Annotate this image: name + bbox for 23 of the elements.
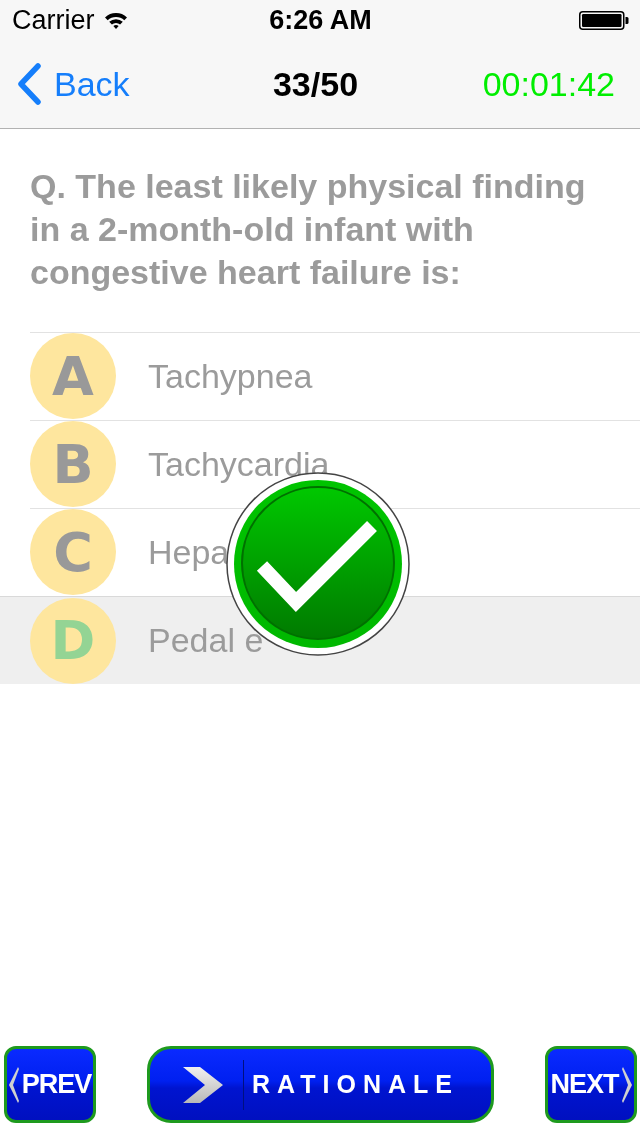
rationale-button[interactable]: RATIONALE [147,1046,494,1123]
option-letter-badge: C [30,509,116,595]
next-button[interactable]: NEXT [545,1046,637,1123]
status-time: 6:26 AM [269,4,372,36]
angle-right-icon [621,1066,632,1103]
option-letter-badge: A [30,333,116,419]
battery-icon [579,10,629,30]
question-text: Q. The least likely physical finding in a 2-month-old infant with congestive heart failure is: [29,166,587,293]
option-letter-badge: B [30,421,116,507]
wifi-icon [103,11,128,29]
back-button[interactable]: Back [16,63,130,105]
option-letter-badge: D [30,597,116,684]
chevron-right-icon [183,1066,223,1103]
prev-button[interactable]: PREV [4,1046,96,1123]
option-text: Pedal e [148,621,264,660]
chevron-left-icon [16,63,42,105]
option-text: Hepa [148,532,230,572]
timer: 00:01:42 [482,64,615,104]
carrier-label: Carrier [12,4,95,36]
question-counter: 33/50 [272,64,359,104]
option-text: Tachypnea [148,356,313,396]
angle-left-icon [8,1066,19,1103]
option-text: Tachycardia [148,444,330,484]
